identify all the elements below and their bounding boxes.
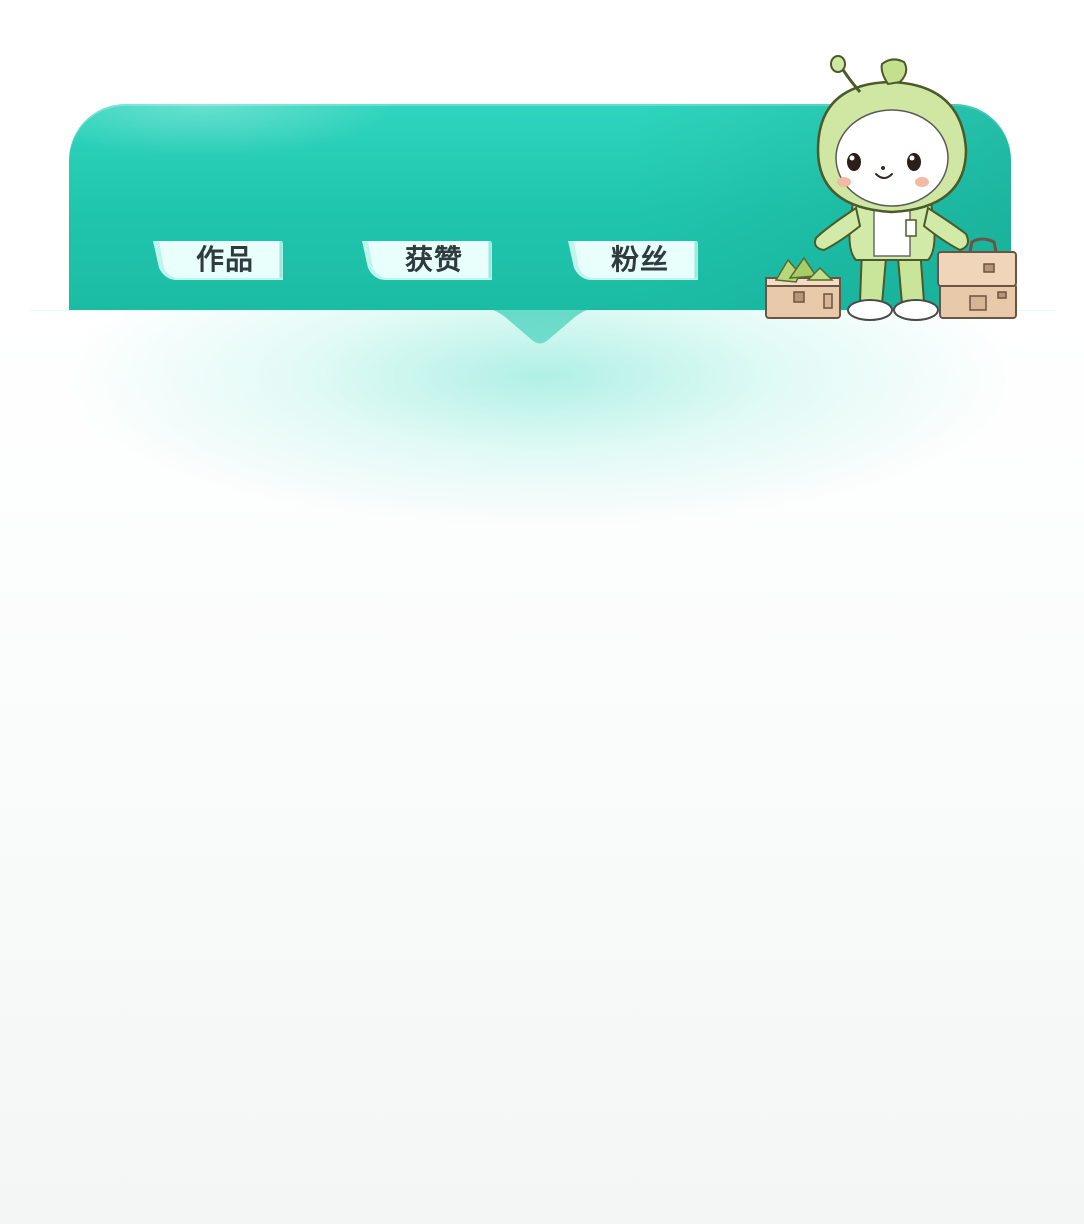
right-boxes-icon	[937, 237, 1017, 319]
tab-works-label: 作品	[195, 243, 254, 276]
tab-works[interactable]: 作品	[149, 240, 283, 282]
header-gloss	[69, 104, 399, 158]
content-panel	[0, 310, 1084, 1224]
left-box-icon	[765, 256, 841, 319]
tab-fans[interactable]: 粉丝	[564, 240, 698, 282]
tab-likes[interactable]: 获赞	[358, 240, 492, 282]
tab-fans-label: 粉丝	[610, 243, 669, 276]
page: 作品 获赞 粉丝	[0, 0, 1084, 1224]
tab-likes-label: 获赞	[404, 243, 463, 276]
bean-sprout-mascot-icon	[760, 48, 1024, 328]
